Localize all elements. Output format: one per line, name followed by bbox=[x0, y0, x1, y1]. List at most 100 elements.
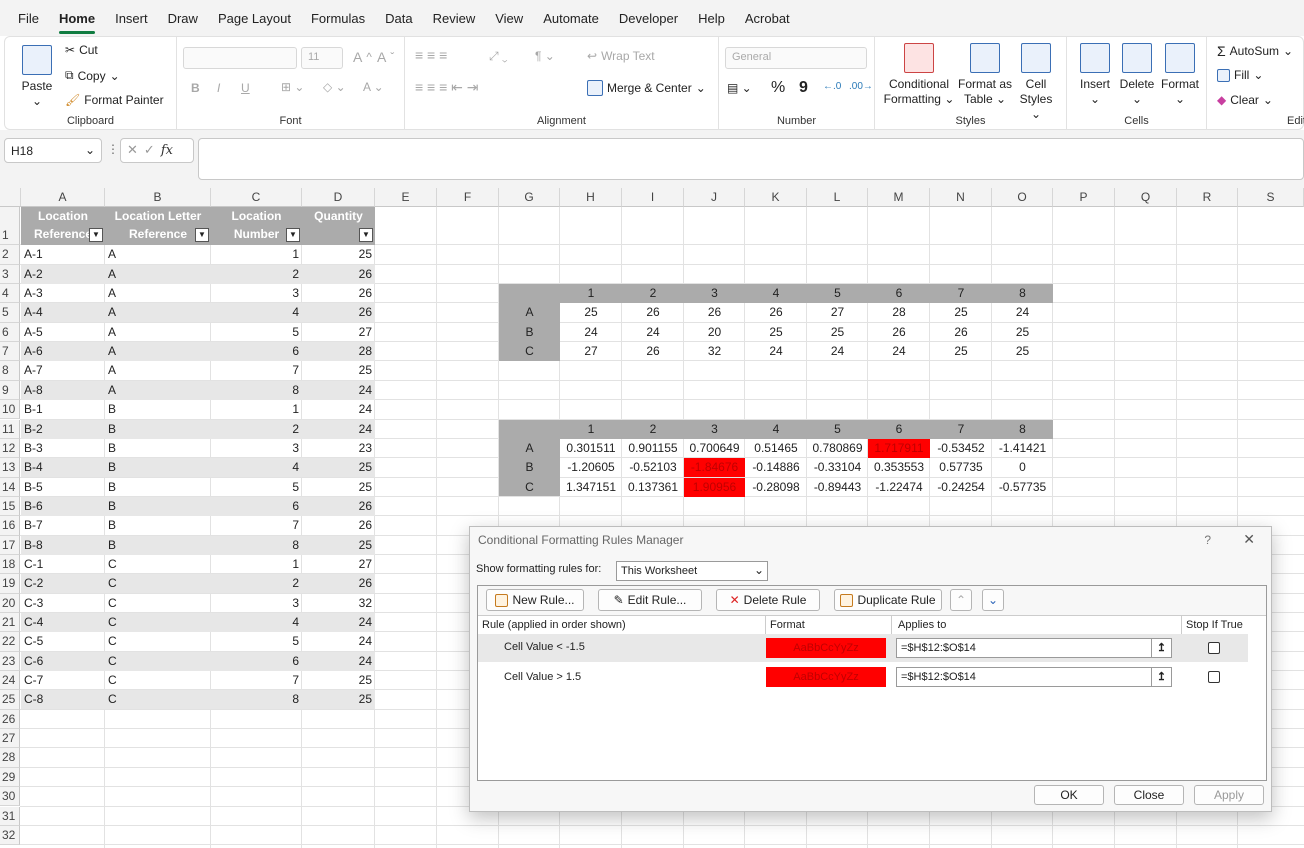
pivot-cell[interactable]: 24 bbox=[622, 323, 684, 342]
pivot-cell[interactable]: -1.41421 bbox=[992, 439, 1053, 458]
table-cell[interactable]: 25 bbox=[302, 478, 375, 497]
pivot-cell[interactable]: 25 bbox=[930, 303, 992, 322]
font-color-button[interactable]: A ⌄ bbox=[363, 80, 384, 94]
pivot-cell[interactable]: 32 bbox=[684, 342, 745, 361]
pivot-cell[interactable]: 25 bbox=[560, 303, 622, 322]
table-cell[interactable]: 26 bbox=[302, 497, 375, 516]
column-header[interactable]: F bbox=[437, 188, 499, 207]
column-header[interactable]: O bbox=[992, 188, 1053, 207]
row-header[interactable]: 31 bbox=[0, 806, 20, 826]
row-header[interactable]: 26 bbox=[0, 709, 20, 730]
pivot-cell[interactable]: 25 bbox=[992, 342, 1053, 361]
increase-decimal-button[interactable]: ←.0 bbox=[823, 81, 841, 92]
pivot-cell[interactable]: 1.717911 bbox=[868, 438, 930, 458]
pivot-cell[interactable]: -1.22474 bbox=[868, 478, 930, 497]
table-cell[interactable]: B-6 bbox=[21, 497, 105, 516]
table-cell[interactable]: C-8 bbox=[21, 690, 105, 709]
apply-button[interactable]: Apply bbox=[1194, 785, 1264, 805]
collapse-icon[interactable]: ↥ bbox=[1151, 639, 1171, 657]
table-cell[interactable]: 27 bbox=[302, 323, 375, 342]
pivot-cell[interactable]: 28 bbox=[868, 303, 930, 322]
pivot-cell[interactable]: 25 bbox=[807, 323, 868, 342]
table-cell[interactable]: 5 bbox=[211, 478, 302, 497]
pivot-cell[interactable]: 27 bbox=[807, 303, 868, 322]
pivot-cell[interactable]: -0.14886 bbox=[745, 458, 807, 477]
table-cell[interactable]: C bbox=[105, 690, 211, 709]
function-icon[interactable]: fx bbox=[161, 143, 173, 158]
pivot-cell[interactable]: -0.53452 bbox=[930, 439, 992, 458]
close-icon[interactable]: ✕ bbox=[1243, 531, 1255, 548]
pivot-cell[interactable]: -0.24254 bbox=[930, 478, 992, 497]
select-all-corner[interactable] bbox=[0, 188, 21, 207]
table-cell[interactable]: 24 bbox=[302, 420, 375, 439]
edit-rule-button[interactable]: ✎ Edit Rule... bbox=[598, 589, 702, 611]
conditional-formatting-button[interactable]: Conditional Formatting ⌄ bbox=[881, 43, 957, 107]
row-header[interactable]: 29 bbox=[0, 767, 20, 788]
table-cell[interactable]: 5 bbox=[211, 632, 302, 651]
table-cell[interactable]: 8 bbox=[211, 536, 302, 555]
pivot-row-label[interactable]: C bbox=[499, 342, 560, 361]
italic-button[interactable]: I bbox=[217, 81, 220, 95]
pivot-col-header[interactable]: 6 bbox=[868, 420, 930, 439]
table-cell[interactable]: C bbox=[105, 613, 211, 632]
pivot-cell[interactable]: -0.57735 bbox=[992, 478, 1053, 497]
table-cell[interactable]: B-7 bbox=[21, 516, 105, 535]
pivot-cell[interactable]: 26 bbox=[930, 323, 992, 342]
table-cell[interactable]: B-4 bbox=[21, 458, 105, 477]
column-header[interactable]: K bbox=[745, 188, 807, 207]
orientation-button[interactable]: ⤢ ⌄ bbox=[489, 49, 508, 64]
table-cell[interactable]: 2 bbox=[211, 420, 302, 439]
row-header[interactable]: 4 bbox=[0, 284, 20, 304]
table-header[interactable]: Quantity ▼ bbox=[302, 207, 375, 245]
bold-button[interactable]: B bbox=[191, 81, 200, 95]
pivot-cell[interactable]: 27 bbox=[560, 342, 622, 361]
table-cell[interactable]: C bbox=[105, 574, 211, 593]
column-header[interactable]: D bbox=[302, 188, 375, 207]
row-header[interactable]: 8 bbox=[0, 361, 20, 381]
table-cell[interactable]: A-4 bbox=[21, 303, 105, 322]
table-cell[interactable]: 26 bbox=[302, 265, 375, 284]
row-header[interactable]: 17 bbox=[0, 535, 20, 555]
pivot-cell[interactable]: 0 bbox=[992, 458, 1053, 477]
column-header[interactable]: E bbox=[375, 188, 437, 207]
applies-to-input[interactable]: =$H$12:$O$14 ↥ bbox=[896, 638, 1172, 658]
align-top-icon[interactable]: ≡ ≡ ≡ bbox=[415, 47, 447, 63]
paste-button[interactable]: Paste ⌄ bbox=[19, 45, 55, 109]
column-header[interactable]: G bbox=[499, 188, 560, 207]
table-cell[interactable]: A bbox=[105, 265, 211, 284]
table-cell[interactable]: 7 bbox=[211, 516, 302, 535]
format-as-table-button[interactable]: Format as Table ⌄ bbox=[957, 43, 1013, 107]
filter-dropdown-icon[interactable]: ▼ bbox=[89, 228, 103, 242]
table-cell[interactable]: 6 bbox=[211, 342, 302, 361]
pivot-cell[interactable]: 26 bbox=[745, 303, 807, 322]
table-cell[interactable]: 25 bbox=[302, 458, 375, 477]
table-cell[interactable]: B bbox=[105, 420, 211, 439]
table-cell[interactable]: 27 bbox=[302, 555, 375, 574]
column-header[interactable]: S bbox=[1238, 188, 1304, 207]
table-cell[interactable]: 25 bbox=[302, 690, 375, 709]
table-cell[interactable]: C bbox=[105, 594, 211, 613]
pivot-cell[interactable]: 0.700649 bbox=[684, 439, 745, 458]
pivot-cell[interactable]: 24 bbox=[868, 342, 930, 361]
table-cell[interactable]: 25 bbox=[302, 245, 375, 264]
column-header[interactable]: B bbox=[105, 188, 211, 207]
pivot-cell[interactable]: 1.90956 bbox=[684, 477, 745, 497]
table-cell[interactable]: B bbox=[105, 478, 211, 497]
pivot-cell[interactable]: 24 bbox=[992, 303, 1053, 322]
row-header[interactable]: 9 bbox=[0, 380, 20, 401]
menu-automate[interactable]: Automate bbox=[533, 0, 609, 36]
table-cell[interactable]: 23 bbox=[302, 439, 375, 458]
column-header[interactable]: L bbox=[807, 188, 868, 207]
table-header[interactable]: Location Reference ▼ bbox=[21, 207, 105, 245]
pivot-cell[interactable]: -0.52103 bbox=[622, 458, 684, 477]
row-header[interactable]: 24 bbox=[0, 671, 20, 691]
format-painter-button[interactable]: 🖌 Format Painter bbox=[65, 93, 164, 107]
paragraph-button[interactable]: ¶ ⌄ bbox=[535, 49, 555, 63]
table-cell[interactable]: A bbox=[105, 342, 211, 361]
row-header[interactable]: 19 bbox=[0, 574, 20, 594]
row-header[interactable]: 7 bbox=[0, 342, 20, 362]
pivot-cell[interactable]: -1.20605 bbox=[560, 458, 622, 477]
table-cell[interactable]: C bbox=[105, 652, 211, 671]
percent-button[interactable]: % bbox=[771, 79, 785, 97]
table-header[interactable]: Location Number ▼ bbox=[211, 207, 302, 245]
